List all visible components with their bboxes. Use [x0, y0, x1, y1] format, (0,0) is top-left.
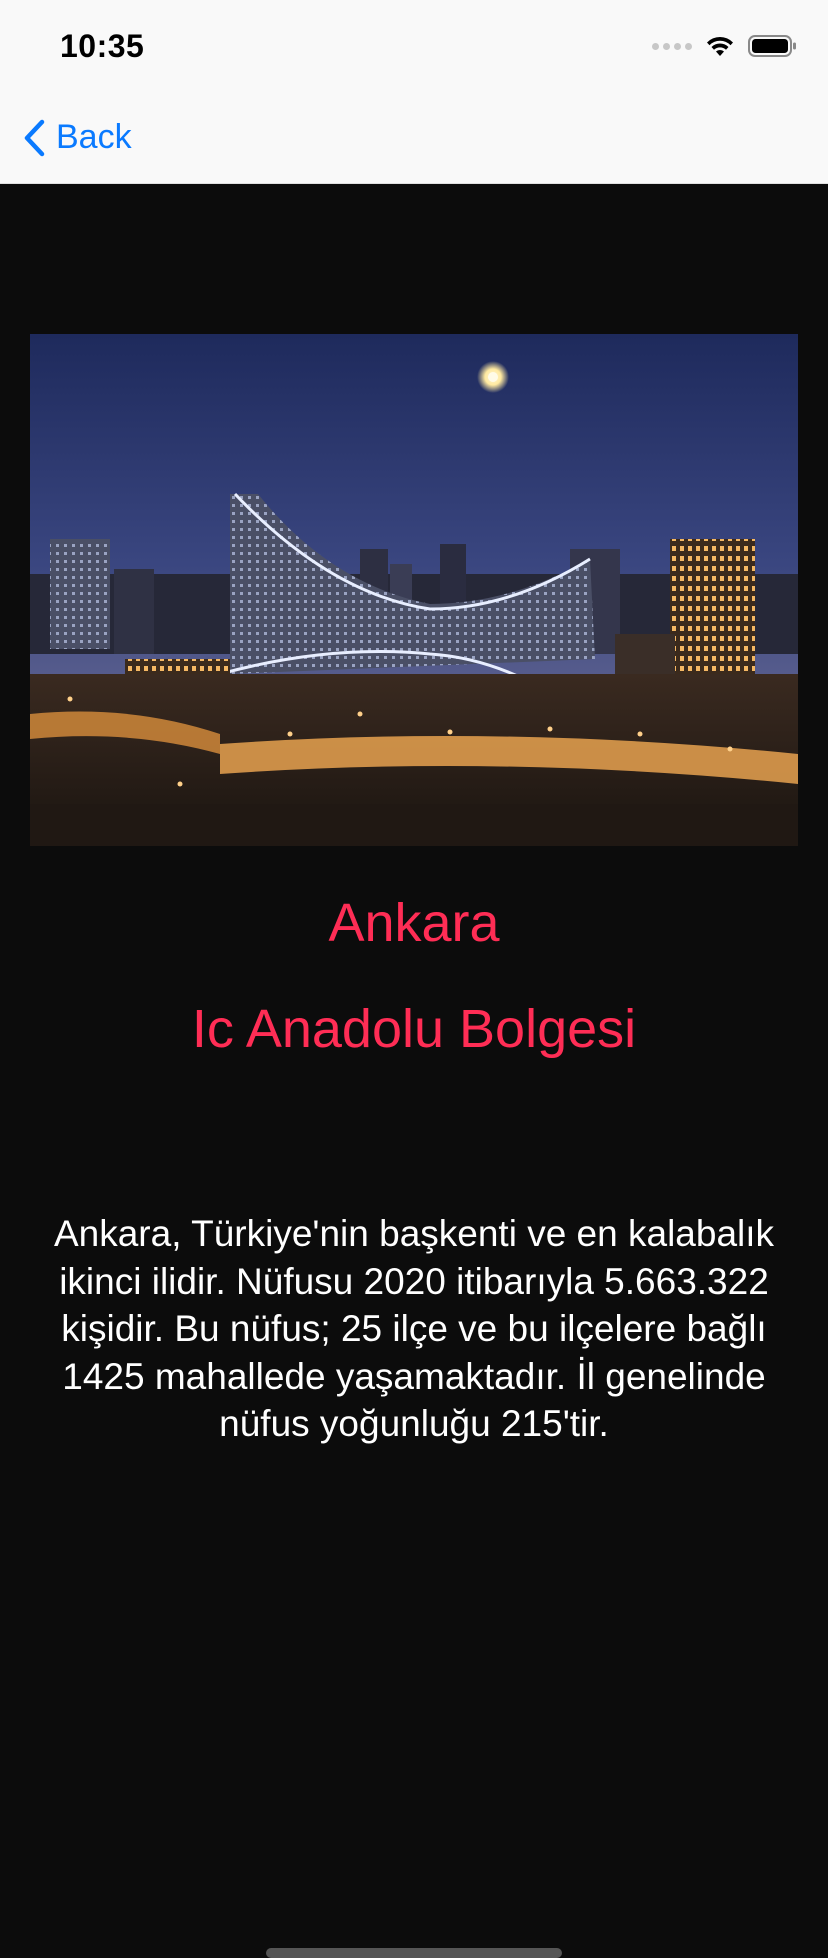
detail-content: Ankara Ic Anadolu Bolgesi Ankara, Türkiy…: [0, 184, 828, 1958]
navigation-bar: Back: [0, 92, 828, 184]
status-time: 10:35: [60, 27, 145, 64]
status-bar: 10:35: [0, 0, 828, 92]
back-button[interactable]: Back: [22, 118, 132, 157]
cellular-signal-icon: [652, 42, 692, 50]
city-skyline-photo: [30, 334, 798, 846]
wifi-icon: [707, 36, 733, 56]
home-indicator: [266, 1948, 562, 1958]
city-name: Ankara: [328, 893, 500, 953]
status-icons: [652, 34, 798, 58]
city-region: Ic Anadolu Bolgesi: [191, 999, 637, 1059]
battery-icon: [748, 35, 796, 57]
city-description: Ankara, Türkiye'nin başkenti ve en kalab…: [53, 1213, 775, 1444]
back-label: Back: [56, 118, 132, 156]
chevron-left-icon: [24, 119, 45, 156]
city-image: [30, 334, 798, 846]
